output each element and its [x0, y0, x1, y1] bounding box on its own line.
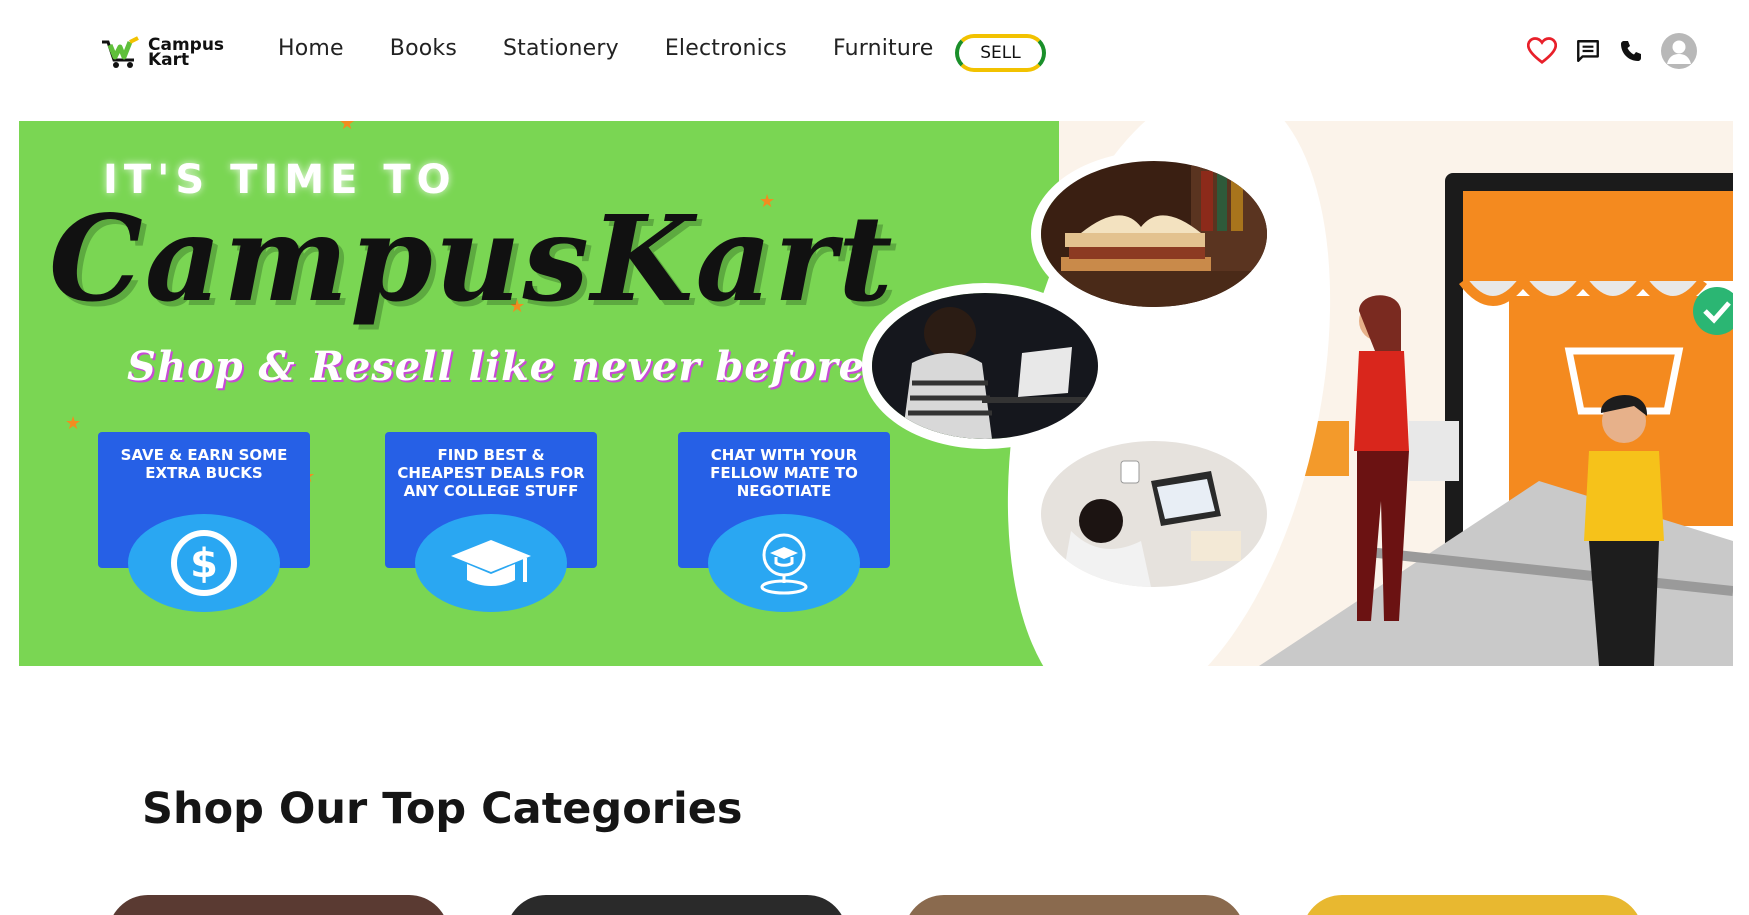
avatar-icon[interactable] [1661, 33, 1697, 69]
banner-brand: CampusKart [49, 189, 895, 328]
study-desk-photo [1031, 431, 1277, 597]
svg-text:$: $ [190, 541, 218, 587]
category-card[interactable] [1302, 895, 1643, 915]
banner-subline: Shop & Resell like never before... [127, 343, 910, 390]
logo[interactable]: Campus Kart [100, 36, 224, 70]
feature-text: CHAT WITH YOUR FELLOW MATE TO NEGOTIATE [710, 446, 858, 500]
header-actions [1527, 33, 1697, 69]
site-header: Campus Kart Home Books Stationery Electr… [0, 0, 1749, 105]
nav-books[interactable]: Books [390, 36, 457, 61]
logo-line-2: Kart [148, 50, 190, 70]
phone-icon[interactable] [1619, 39, 1643, 63]
student-laptop-photo [862, 283, 1108, 449]
feature-text: FIND BEST & CHEAPEST DEALS FOR ANY COLLE… [397, 446, 585, 500]
feature-save-earn: SAVE & EARN SOME EXTRA BUCKS $ [98, 432, 310, 612]
user-silhouette-icon [1667, 40, 1691, 64]
categories-title: Shop Our Top Categories [142, 784, 743, 834]
feature-best-deals: FIND BEST & CHEAPEST DEALS FOR ANY COLLE… [385, 432, 597, 612]
category-card[interactable] [904, 895, 1245, 915]
sell-button[interactable]: SELL [955, 34, 1046, 72]
feature-chat-negotiate: CHAT WITH YOUR FELLOW MATE TO NEGOTIATE [678, 432, 890, 612]
feature-text: SAVE & EARN SOME EXTRA BUCKS [120, 446, 288, 482]
nav-electronics[interactable]: Electronics [665, 36, 787, 61]
books-photo [1031, 151, 1277, 317]
star-decoration: ★ [339, 121, 356, 134]
category-card[interactable] [506, 895, 847, 915]
cart-logo-icon [102, 36, 139, 68]
dollar-icon: $ [128, 514, 280, 612]
main-nav: Home Books Stationery Electronics Furnit… [278, 36, 980, 61]
logo-text: Campus Kart [148, 37, 224, 70]
location-cap-icon [708, 514, 860, 612]
heart-icon[interactable] [1527, 37, 1557, 65]
nav-home[interactable]: Home [278, 36, 344, 61]
chat-icon[interactable] [1575, 38, 1601, 64]
nav-furniture[interactable]: Furniture [833, 36, 934, 61]
nav-stationery[interactable]: Stationery [503, 36, 619, 61]
graduation-cap-icon [415, 514, 567, 612]
category-card[interactable] [108, 895, 449, 915]
hero-banner[interactable]: ★ ★ ★ ★ ★ ★ ★ IT'S TIME TO CampusKart Sh… [19, 121, 1733, 666]
star-decoration: ★ [65, 413, 82, 434]
